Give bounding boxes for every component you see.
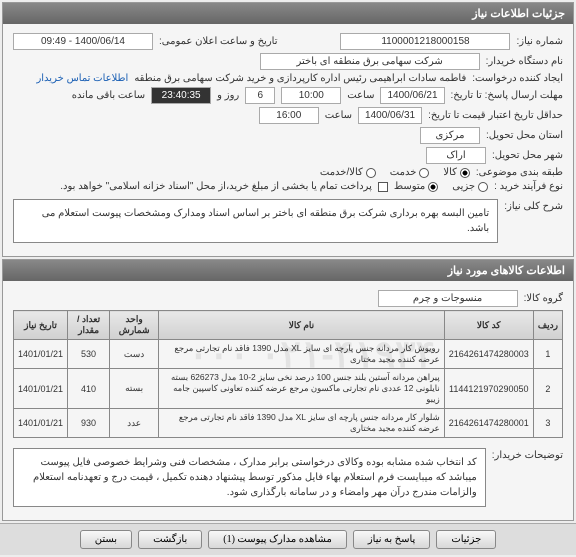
cell-date: 1401/01/21 — [14, 340, 68, 369]
cell-name: رویوش کار مردانه جنس پارچه ای سایز XL مد… — [159, 340, 445, 369]
items-table: ردیف کد کالا نام کالا واحد شمارش تعداد /… — [13, 310, 563, 438]
cell-row: 1 — [533, 340, 562, 369]
label-creator: ایجاد کننده درخواست: — [472, 73, 563, 84]
radio-medium[interactable] — [428, 182, 438, 192]
label-announce: تاریخ و ساعت اعلان عمومی: — [159, 36, 278, 47]
cell-qty: 930 — [68, 409, 110, 438]
cell-qty: 410 — [68, 369, 110, 409]
col-row: ردیف — [533, 311, 562, 340]
cell-qty: 530 — [68, 340, 110, 369]
panel-items: اطلاعات کالاهای مورد نیاز گروه کالا: منس… — [2, 259, 574, 521]
cell-code: 2164261474280003 — [444, 340, 533, 369]
label-req-no: شماره نیاز: — [516, 36, 563, 47]
value-countdown: 23:40:35 — [151, 87, 211, 104]
value-buyer-notes: کد انتخاب شده مشابه بوده وکالای درخواستی… — [13, 448, 486, 507]
cell-date: 1401/01/21 — [14, 369, 68, 409]
label-buyer-notes: توضیحات خریدار: — [492, 444, 563, 461]
table-header-row: ردیف کد کالا نام کالا واحد شمارش تعداد /… — [14, 311, 563, 340]
cell-date: 1401/01/21 — [14, 409, 68, 438]
table-row: 21144121970290050پیراهن مردانه آستین بلن… — [14, 369, 563, 409]
footer-buttons: جزئیات پاسخ به نیاز مشاهده مدارک پیوست (… — [0, 523, 576, 555]
radio-service[interactable] — [419, 168, 429, 178]
value-validity-time: 16:00 — [259, 107, 319, 124]
table-row: 12164261474280003رویوش کار مردانه جنس پا… — [14, 340, 563, 369]
value-city: اراک — [426, 147, 486, 164]
radio-group-category: کالا خدمت کالا/خدمت — [320, 167, 470, 178]
label-days-suffix: روز و — [217, 90, 239, 101]
label-validity: حداقل تاریخ اعتبار قیمت تا تاریخ: — [428, 110, 563, 121]
radio-medium-label: متوسط — [394, 181, 425, 192]
value-announce: 1400/06/14 - 09:49 — [13, 33, 153, 50]
cell-row: 2 — [533, 369, 562, 409]
value-deadline-time: 10:00 — [281, 87, 341, 104]
value-need-title: تامین البسه بهره برداری شرکت برق منطقه ا… — [13, 199, 498, 243]
radio-goods-label: کالا — [443, 167, 457, 178]
btn-detail[interactable]: جزئیات — [436, 530, 496, 549]
btn-close[interactable]: بستن — [80, 530, 132, 549]
value-validity-date: 1400/06/31 — [358, 107, 422, 124]
label-pay-note: پرداخت تمام یا بخشی از مبلغ خرید،از محل … — [60, 181, 372, 192]
label-time-2: ساعت — [325, 110, 352, 121]
col-date: تاریخ نیاز — [14, 311, 68, 340]
radio-both[interactable] — [366, 168, 376, 178]
value-group: منسوجات و چرم — [378, 290, 518, 307]
value-buyer: شرکت سهامی برق منطقه ای باختر — [260, 53, 480, 70]
radio-service-label: خدمت — [390, 167, 417, 178]
label-group: گروه کالا: — [524, 293, 563, 304]
label-city: شهر محل تحویل: — [492, 150, 563, 161]
label-category: طبقه بندی موضوعی: — [476, 167, 563, 178]
label-buyer: نام دستگاه خریدار: — [486, 56, 563, 67]
link-contact-buyer[interactable]: اطلاعات تماس خریدار — [36, 73, 128, 84]
label-province: استان محل تحویل: — [486, 130, 563, 141]
value-creator: فاطمه سادات ابراهیمی رئیس اداره کارپرداز… — [134, 73, 466, 84]
label-need-title: شرح کلی نیاز: — [504, 195, 563, 212]
panel-header-items: اطلاعات کالاهای مورد نیاز — [3, 260, 573, 281]
label-deadline: مهلت ارسال پاسخ: تا تاریخ: — [451, 90, 563, 101]
label-remain: ساعت باقی مانده — [72, 90, 145, 101]
btn-reply[interactable]: پاسخ به نیاز — [353, 530, 431, 549]
radio-both-label: کالا/خدمت — [320, 167, 363, 178]
cell-unit: عدد — [110, 409, 159, 438]
cell-code: 2164261474280001 — [444, 409, 533, 438]
label-time-1: ساعت — [347, 90, 374, 101]
col-code: کد کالا — [444, 311, 533, 340]
col-name: نام کالا — [159, 311, 445, 340]
cell-name: شلوار کار مردانه جنس پارچه ای سایز XL مد… — [159, 409, 445, 438]
cell-row: 3 — [533, 409, 562, 438]
cell-unit: بسته — [110, 369, 159, 409]
col-unit: واحد شمارش — [110, 311, 159, 340]
label-process: نوع فرآیند خرید : — [494, 181, 563, 192]
checkbox-treasury[interactable] — [378, 182, 388, 192]
value-province: مرکزی — [420, 127, 480, 144]
btn-attachments[interactable]: مشاهده مدارک پیوست (1) — [208, 530, 347, 549]
cell-code: 1144121970290050 — [444, 369, 533, 409]
cell-unit: دست — [110, 340, 159, 369]
radio-group-process: جزیی متوسط — [394, 181, 488, 192]
radio-goods[interactable] — [460, 168, 470, 178]
value-req-no: 1100001218000158 — [340, 33, 510, 50]
value-deadline-date: 1400/06/21 — [380, 87, 444, 104]
panel-header-details: جزئیات اطلاعات نیاز — [3, 3, 573, 24]
btn-back[interactable]: بازگشت — [138, 530, 202, 549]
value-days: 6 — [245, 87, 275, 104]
panel-need-details: جزئیات اطلاعات نیاز شماره نیاز: 11000012… — [2, 2, 574, 257]
radio-small[interactable] — [478, 182, 488, 192]
cell-name: پیراهن مردانه آستین بلند جنس 100 درصد نخ… — [159, 369, 445, 409]
table-row: 32164261474280001شلوار کار مردانه جنس پا… — [14, 409, 563, 438]
col-qty: تعداد / مقدار — [68, 311, 110, 340]
radio-small-label: جزیی — [452, 181, 475, 192]
